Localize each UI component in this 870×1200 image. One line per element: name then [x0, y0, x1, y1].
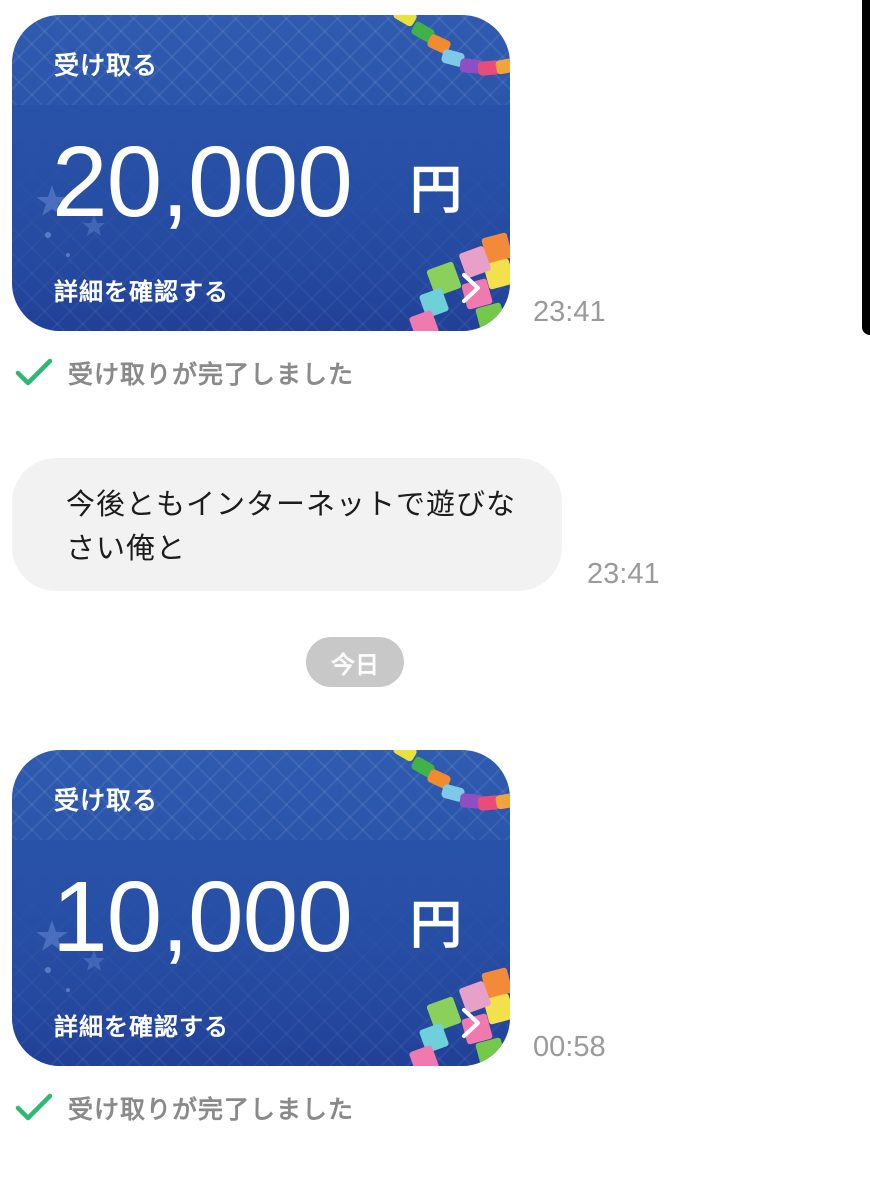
chat-view: 受け取る 20,000 円 詳細を確認する 23:41 受け取りが完了しました … — [0, 0, 870, 1200]
message-time: 00:58 — [533, 1031, 606, 1063]
view-details-link[interactable]: 詳細を確認する — [54, 1007, 229, 1042]
message-time: 23:41 — [587, 558, 660, 590]
receipt-status: 受け取りが完了しました — [14, 1088, 354, 1128]
paper-chain-decoration — [393, 750, 510, 811]
paper-chain-decoration — [393, 15, 510, 76]
card-title: 受け取る — [54, 51, 159, 80]
view-details-link[interactable]: 詳細を確認する — [54, 272, 229, 307]
card-title: 受け取る — [54, 786, 159, 815]
checkmark-icon — [15, 1093, 53, 1121]
receipt-status: 受け取りが完了しました — [14, 353, 354, 393]
message-time: 23:41 — [533, 296, 606, 328]
message-text: 今後ともインターネットで遊びなさい俺と — [66, 487, 517, 565]
currency-label: 円 — [410, 161, 463, 221]
payment-card[interactable]: 受け取る 10,000 円 詳細を確認する — [12, 750, 510, 1066]
origami-squares-decoration — [409, 232, 510, 331]
date-separator: 今日 — [306, 637, 404, 687]
payment-amount: 20,000 — [52, 126, 353, 238]
receipt-status-text: 受け取りが完了しました — [68, 1095, 355, 1124]
payment-amount: 10,000 — [52, 861, 353, 973]
receipt-status-text: 受け取りが完了しました — [68, 360, 355, 389]
currency-label: 円 — [410, 896, 463, 956]
origami-squares-decoration — [409, 967, 510, 1066]
payment-card[interactable]: 受け取る 20,000 円 詳細を確認する — [12, 15, 510, 331]
chevron-right-icon — [462, 273, 480, 303]
screen-edge — [862, 0, 870, 335]
chevron-right-icon — [462, 1008, 480, 1038]
message-bubble[interactable]: 今後ともインターネットで遊びなさい俺と — [12, 458, 562, 591]
checkmark-icon — [15, 358, 53, 386]
